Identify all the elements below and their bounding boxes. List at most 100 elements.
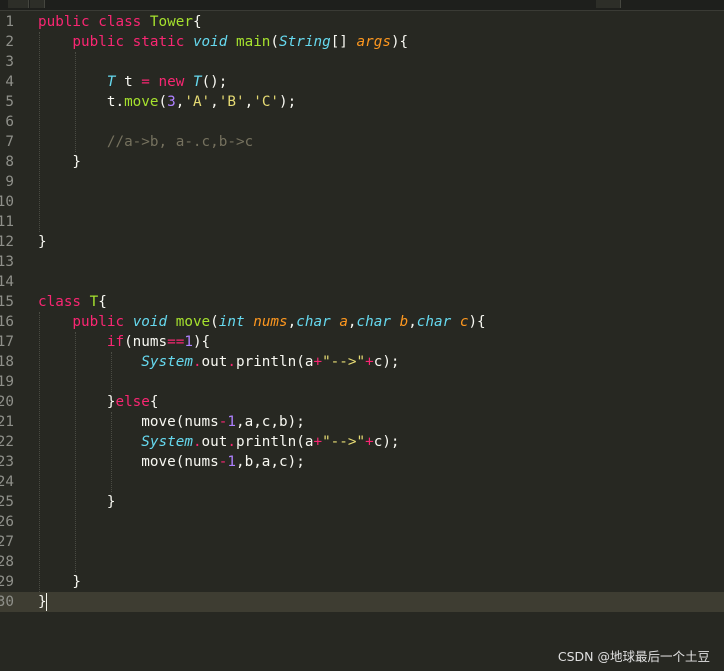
code-token: c); <box>373 434 400 450</box>
code-line[interactable]: 7 //a->b, a-.c,b->c <box>0 132 724 152</box>
line-number-text: 7 <box>5 134 14 150</box>
code-line[interactable]: 17 if(nums==1){ <box>0 332 724 352</box>
code-line[interactable]: 8 } <box>0 152 724 172</box>
tab-stub[interactable] <box>596 0 621 8</box>
code-token: 'B' <box>218 94 245 110</box>
code-token: 'C' <box>253 94 280 110</box>
code-token: T <box>192 74 202 90</box>
code-token: char <box>356 314 400 330</box>
code-line[interactable]: 9 <box>0 172 724 192</box>
code-line[interactable]: 24 <box>0 472 724 492</box>
line-number: 18 <box>0 352 14 372</box>
line-number: 1 <box>0 12 14 32</box>
code-line[interactable]: 29 } <box>0 572 724 592</box>
code-text: move(nums-1,b,a,c); <box>38 452 305 472</box>
line-number: 30 <box>0 592 14 612</box>
indent-guide <box>39 312 40 592</box>
code-token: [] <box>330 34 357 50</box>
code-token: } <box>38 494 116 510</box>
code-token: { <box>149 394 159 410</box>
code-line[interactable]: 30} <box>0 592 724 612</box>
line-number-text: 5 <box>5 94 14 110</box>
code-text: public class Tower{ <box>38 12 202 32</box>
code-line[interactable]: 16 public void move(int nums,char a,char… <box>0 312 724 332</box>
code-token: T <box>38 74 125 90</box>
code-token: t. <box>38 94 125 110</box>
code-token: System <box>38 354 193 370</box>
code-line[interactable]: 27 <box>0 532 724 552</box>
tab-stub[interactable] <box>8 0 29 8</box>
code-line[interactable]: 11 <box>0 212 724 232</box>
code-line[interactable]: 2 public static void main(String[] args)… <box>0 32 724 52</box>
code-line[interactable]: 20 }else{ <box>0 392 724 412</box>
line-number-text: 29 <box>0 574 14 590</box>
code-line[interactable]: 22 System.out.println(a+"-->"+c); <box>0 432 724 452</box>
code-text: } <box>38 572 81 592</box>
line-number: 13 <box>0 252 14 272</box>
tab-stub[interactable] <box>30 0 45 8</box>
line-number-text: 16 <box>0 314 14 330</box>
line-number-text: 1 <box>5 14 14 30</box>
line-number-text: 9 <box>5 174 14 190</box>
line-number: 24 <box>0 472 14 492</box>
code-token: ){ <box>192 334 211 350</box>
code-token: . <box>192 354 202 370</box>
code-line[interactable]: 18 System.out.println(a+"-->"+c); <box>0 352 724 372</box>
line-number: 16 <box>0 312 14 332</box>
code-token: == <box>167 334 185 350</box>
code-editor[interactable]: 1 public class Tower{2 public static void… <box>0 12 724 632</box>
code-line[interactable]: 28 <box>0 552 724 572</box>
code-token: println(a <box>235 354 314 370</box>
code-token: t <box>124 74 142 90</box>
code-token: c); <box>373 354 400 370</box>
code-token: } <box>38 394 116 410</box>
code-line[interactable]: 26 <box>0 512 724 532</box>
code-text: System.out.println(a+"-->"+c); <box>38 352 400 372</box>
code-line[interactable]: 12} <box>0 232 724 252</box>
code-token: void <box>132 314 176 330</box>
code-token: 1 <box>184 334 193 350</box>
code-line[interactable]: 14 <box>0 272 724 292</box>
code-token: args <box>356 34 391 50</box>
code-token: int <box>218 314 254 330</box>
code-token: = new <box>141 74 193 90</box>
code-line[interactable]: 10 <box>0 192 724 212</box>
code-line[interactable]: 1 public class Tower{ <box>0 12 724 32</box>
code-token: { <box>98 294 107 310</box>
indent-guide <box>75 332 76 572</box>
code-token: else <box>115 394 150 410</box>
code-token: ){ <box>468 314 486 330</box>
code-token: main <box>235 34 271 50</box>
code-text: if(nums==1){ <box>38 332 210 352</box>
code-line[interactable]: 19 <box>0 372 724 392</box>
code-token: move(nums <box>38 414 219 430</box>
code-token: public class <box>38 14 150 30</box>
code-text: } <box>38 232 47 252</box>
code-line[interactable]: 15 class T{ <box>0 292 724 312</box>
line-number-text: 23 <box>0 454 14 470</box>
line-number-text: 18 <box>0 354 14 370</box>
code-text: }else{ <box>38 392 159 412</box>
code-token: 1 <box>227 414 236 430</box>
code-token: println(a <box>235 434 314 450</box>
code-token: (nums <box>124 334 168 350</box>
code-line[interactable]: 4 T t = new T(); <box>0 72 724 92</box>
code-token: 3 <box>167 94 176 110</box>
code-line[interactable]: 5 t.move(3,'A','B','C'); <box>0 92 724 112</box>
code-line[interactable]: 25 } <box>0 492 724 512</box>
line-number-text: 22 <box>0 434 14 450</box>
code-line[interactable]: 21 move(nums-1,a,c,b); <box>0 412 724 432</box>
code-line[interactable]: 6 <box>0 112 724 132</box>
code-text: public void move(int nums,char a,char b,… <box>38 312 486 332</box>
line-number: 17 <box>0 332 14 352</box>
code-text: System.out.println(a+"-->"+c); <box>38 432 400 452</box>
line-number: 9 <box>0 172 14 192</box>
code-line[interactable]: 3 <box>0 52 724 72</box>
line-number: 10 <box>0 192 14 212</box>
code-token: , <box>347 314 357 330</box>
line-number-text: 11 <box>0 214 14 230</box>
code-line[interactable]: 23 move(nums-1,b,a,c); <box>0 452 724 472</box>
line-number: 11 <box>0 212 14 232</box>
code-line[interactable]: 13 <box>0 252 724 272</box>
code-token: 'A' <box>184 94 211 110</box>
